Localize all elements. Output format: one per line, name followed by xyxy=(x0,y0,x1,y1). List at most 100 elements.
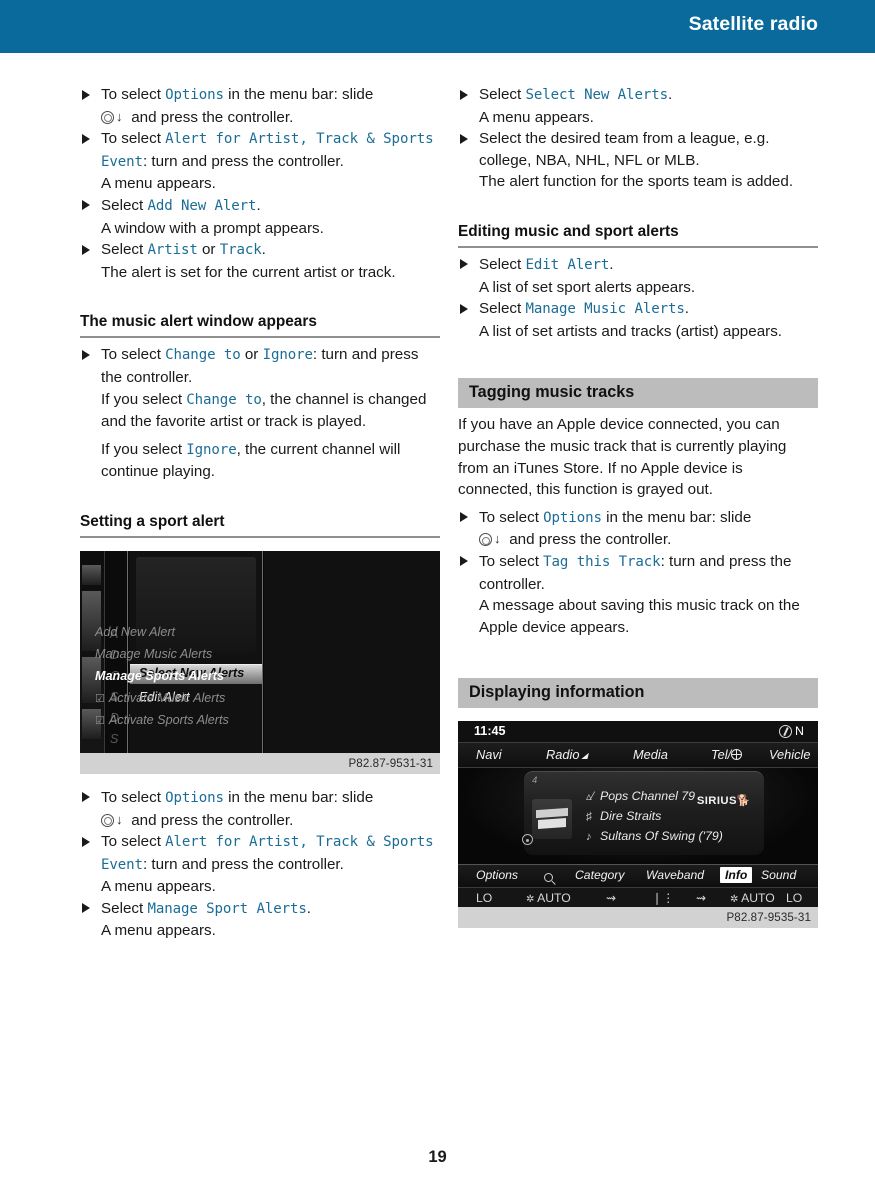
bullet-triangle-icon xyxy=(460,303,468,314)
step-select-new-alerts: Select Select New Alerts. xyxy=(458,84,818,107)
sirius-dog-icon: 🐕 xyxy=(736,795,751,808)
step-text: Select xyxy=(101,899,148,917)
step-result-change-to: If you select Change to, the channel is … xyxy=(80,389,440,433)
bullet-triangle-icon xyxy=(460,512,468,523)
bullet-triangle-icon xyxy=(82,349,90,360)
step-result: A list of set artists and tracks (artist… xyxy=(479,322,783,340)
step-result: A list of set sport alerts appears. xyxy=(479,278,696,296)
step-result: A menu appears. xyxy=(101,922,216,940)
step-select-artist-track: Select Artist or Track. xyxy=(80,239,440,262)
checkbox-checked-icon[interactable]: ☑ xyxy=(95,693,105,705)
bullet-triangle-icon xyxy=(460,556,468,567)
compass-icon xyxy=(779,724,793,738)
menu-item-manage-music-alerts[interactable]: Manage Music Alerts xyxy=(95,647,212,661)
step-alert-for-artist-2: To select Alert for Artist, Track & Spor… xyxy=(80,831,440,876)
tagging-paragraph: If you have an Apple device connected, y… xyxy=(458,416,787,499)
menu-tab-navi[interactable]: Navi xyxy=(476,747,502,762)
heading-tagging-music-tracks: Tagging music tracks xyxy=(458,378,818,409)
figure-caption: P82.87-9535-31 xyxy=(458,907,818,929)
button-sound[interactable]: Sound xyxy=(761,868,796,882)
step-text: Select xyxy=(479,86,526,103)
climate-right-auto-label: AUTO xyxy=(741,890,775,905)
menu-item-activate-sports-alerts[interactable]: ☑ Activate Sports Alerts xyxy=(95,713,229,727)
bullet-triangle-icon xyxy=(82,792,90,803)
ui-term: Track xyxy=(219,242,262,259)
climate-right-auto[interactable]: ✲ AUTO xyxy=(730,891,775,905)
ui-term: Change to xyxy=(186,391,262,408)
step-text: . xyxy=(684,300,689,318)
search-icon[interactable] xyxy=(544,871,553,885)
step-text: To select xyxy=(479,552,544,570)
result-text: If you select xyxy=(101,390,187,408)
button-category[interactable]: Category xyxy=(575,868,624,882)
bullet-triangle-icon xyxy=(82,200,90,211)
station-logo xyxy=(532,799,572,840)
step-add-new-alert: Select Add New Alert. xyxy=(80,195,440,218)
ui-term: Manage Music Alerts xyxy=(525,301,685,318)
climate-left-auto[interactable]: ✲ AUTO xyxy=(526,891,571,905)
step-text: or xyxy=(197,241,220,259)
ui-term: Select New Alerts xyxy=(525,87,668,103)
radio-display-screen: 11:45 N Navi Radio ◢ Media Tel/ Vehicle 4 xyxy=(458,721,818,908)
menu-item-add-new-alert[interactable]: Add New Alert xyxy=(95,625,175,639)
step-text: in the menu bar: slide xyxy=(223,86,374,103)
button-options[interactable]: Options xyxy=(476,868,518,882)
step-text: . xyxy=(306,899,311,917)
fan-icon: ✲ xyxy=(526,893,535,905)
alerts-menu-screen: A D C S D S Select New Alerts Edit Alert… xyxy=(80,550,440,753)
menu-tab-radio[interactable]: Radio ◢ xyxy=(546,747,588,762)
right-column: Select Select New Alerts. A menu appears… xyxy=(458,84,818,929)
step-text: in the menu bar: slide xyxy=(223,788,374,806)
controller-icon: ↓ xyxy=(479,532,505,547)
screen-right-panel xyxy=(264,550,440,753)
bullet-triangle-icon xyxy=(460,89,468,100)
submenu-arrow-icon: ◢ xyxy=(581,750,588,760)
ui-term: Options xyxy=(165,789,224,806)
controller-icon: ↓ xyxy=(101,109,127,124)
step-text: Select xyxy=(101,241,148,259)
main-menu-bar: Navi Radio ◢ Media Tel/ Vehicle xyxy=(458,743,818,769)
bullet-triangle-icon xyxy=(82,836,90,847)
menu-tab-radio-label: Radio xyxy=(546,746,580,762)
step-select-options: To select Options in the menu bar: slide… xyxy=(80,84,440,128)
menu-item-activate-music-alerts[interactable]: ☑ Activate Music Alerts xyxy=(95,691,225,705)
heading-displaying-information: Displaying information xyxy=(458,678,818,709)
step-text: and press the controller. xyxy=(505,531,672,549)
menu-tab-tel[interactable]: Tel/ xyxy=(711,747,743,762)
now-playing-card: 4 ▵⁄ Pops Channel 79 SIRIUS🐕 ♯ Dire Strait… xyxy=(524,771,764,856)
step-text: . xyxy=(256,196,261,214)
ui-term: Ignore xyxy=(186,441,237,458)
heading-setting-sport-alert: Setting a sport alert xyxy=(80,513,440,538)
ui-term: Ignore xyxy=(262,347,313,364)
step-result: A message about saving this music track … xyxy=(479,597,800,636)
bullet-triangle-icon xyxy=(460,133,468,144)
airflow-right-icon[interactable]: ⇝ xyxy=(696,891,706,905)
clock: 11:45 xyxy=(474,724,506,739)
airflow-left-icon[interactable]: ⇝ xyxy=(606,891,616,905)
menu-tab-media[interactable]: Media xyxy=(633,747,668,762)
manual-page: Satellite radio To select Options in the… xyxy=(0,0,875,1185)
step-result-ignore: If you select Ignore, the current channe… xyxy=(80,439,440,483)
step-text: and press the controller. xyxy=(127,108,294,126)
page-header: Satellite radio xyxy=(0,0,875,53)
seat-icon[interactable]: ❘⋮ xyxy=(652,891,674,905)
step-result: A menu appears. xyxy=(101,878,216,896)
compass-direction: N xyxy=(795,724,804,739)
menu-item-manage-sports-alerts[interactable]: Manage Sports Alerts xyxy=(95,669,224,683)
channel-line: ▵⁄ Pops Channel 79 xyxy=(586,789,695,803)
step-text: and press the controller. xyxy=(127,811,294,829)
step-text: To select xyxy=(101,86,166,103)
bullet-triangle-icon xyxy=(82,89,90,100)
step-text: To select xyxy=(101,788,166,806)
heading-editing-alerts: Editing music and sport alerts xyxy=(458,223,818,248)
step-result: A window with a prompt appears. xyxy=(101,219,324,237)
button-waveband[interactable]: Waveband xyxy=(646,868,704,882)
result-text: If you select xyxy=(101,440,187,458)
checkbox-checked-icon[interactable]: ☑ xyxy=(95,715,105,727)
menu-tab-vehicle[interactable]: Vehicle xyxy=(769,747,811,762)
status-bar: 11:45 N xyxy=(458,721,818,744)
step-text: To select xyxy=(101,346,166,364)
artist-icon: ♯ xyxy=(586,811,592,824)
step-text: : turn and press the controller. xyxy=(142,152,344,170)
button-info[interactable]: Info xyxy=(720,866,753,883)
